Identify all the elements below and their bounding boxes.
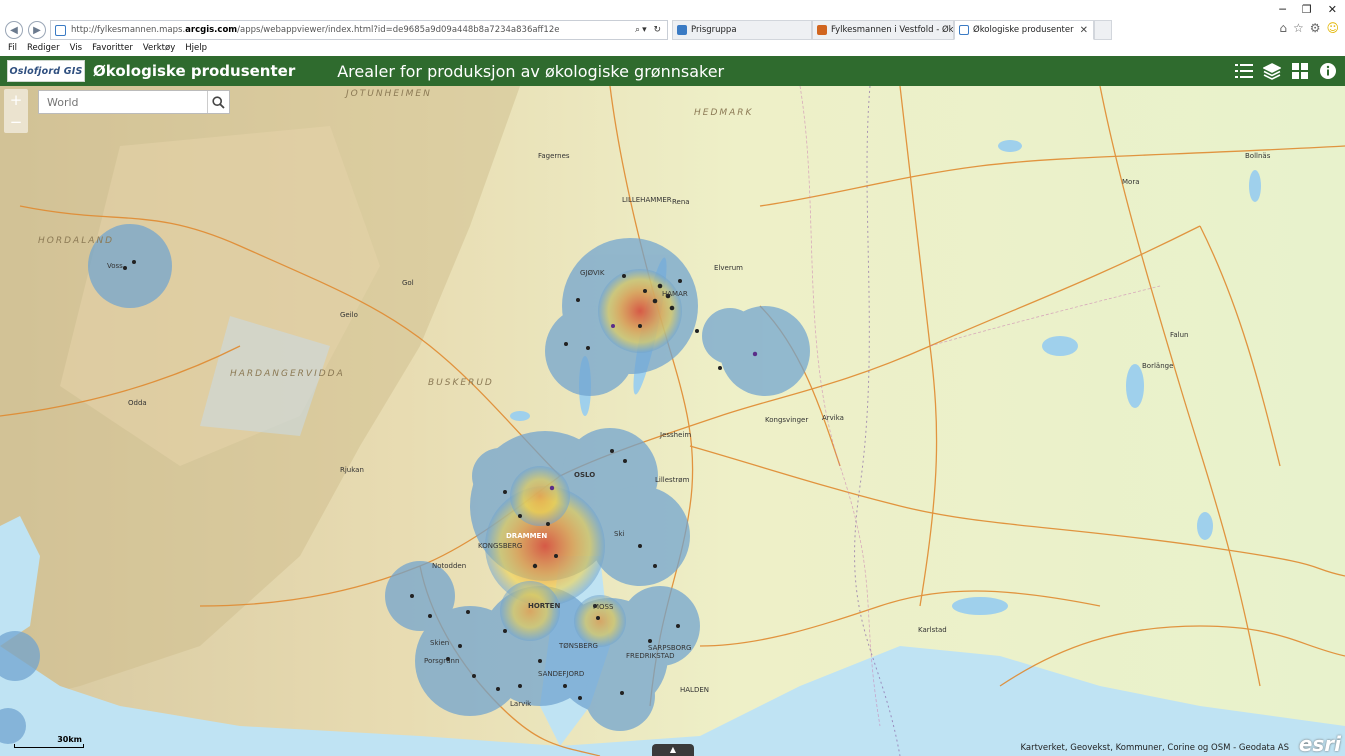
minimize-icon[interactable]: ─ — [1279, 3, 1286, 16]
back-button[interactable]: ◀ — [5, 21, 23, 39]
zoom-control: + − — [4, 89, 28, 133]
forward-button[interactable]: ▶ — [28, 21, 46, 39]
place-label: HALDEN — [680, 686, 710, 694]
place-label: TØNSBERG — [559, 642, 598, 650]
search-refresh-icon[interactable]: ⌕▾ ↻ — [635, 25, 667, 35]
app-title: Økologiske produsenter — [93, 62, 296, 80]
menu-item-favoritter[interactable]: Favoritter — [92, 43, 133, 53]
place-label: Lillestrøm — [655, 476, 690, 484]
settings-gear-icon[interactable]: ⚙ — [1310, 21, 1321, 35]
menu-item-verktoy[interactable]: Verktøy — [143, 43, 175, 53]
place-label: Porsgrunn — [424, 657, 460, 665]
scale-bar: 30km — [14, 735, 84, 748]
place-label: Voss — [107, 262, 123, 270]
place-label: SARPSBORG — [648, 644, 692, 652]
place-label: GJØVIK — [580, 269, 605, 277]
tab-fylkesmannen[interactable]: Fylkesmannen i Vestfold - Økol... — [812, 20, 954, 40]
window-controls: ─ ❐ ✕ — [1279, 3, 1337, 16]
restore-icon[interactable]: ❐ — [1302, 3, 1312, 16]
place-label: HAMAR — [662, 290, 688, 298]
place-label: HORTEN — [528, 602, 561, 610]
place-label: Bollnäs — [1245, 152, 1271, 160]
place-label: Geilo — [340, 311, 358, 319]
address-bar[interactable]: http://fylkesmannen.maps.arcgis.com/apps… — [50, 20, 668, 40]
search-input[interactable] — [39, 91, 207, 113]
place-label: Fagernes — [538, 152, 570, 160]
place-label: Karlstad — [918, 626, 947, 634]
place-label: HEDMARK — [694, 108, 754, 118]
app-subtitle: Arealer for produksjon av økologiske grø… — [337, 61, 725, 81]
favorites-star-icon[interactable]: ☆ — [1293, 21, 1304, 35]
place-label: Mora — [1122, 178, 1140, 186]
page-icon — [959, 25, 969, 35]
close-window-icon[interactable]: ✕ — [1328, 3, 1337, 16]
geocoder-search — [38, 90, 230, 114]
shield-icon — [817, 25, 827, 35]
menu-item-fil[interactable]: Fil — [8, 43, 17, 53]
map-view[interactable]: JOTUNHEIMEN HORDALAND HARDANGERVIDDA BUS… — [0, 86, 1345, 756]
smiley-feedback-icon[interactable]: ☺ — [1326, 21, 1339, 35]
place-label: Odda — [128, 399, 147, 407]
scale-label: 30km — [57, 735, 82, 744]
about-icon[interactable] — [1317, 60, 1339, 82]
scale-line — [14, 744, 84, 748]
menu-item-vis[interactable]: Vis — [70, 43, 82, 53]
place-label: KONGSBERG — [478, 542, 523, 550]
place-label: BUSKERUD — [428, 378, 494, 388]
place-label: Rjukan — [340, 466, 364, 474]
menu-item-hjelp[interactable]: Hjelp — [185, 43, 207, 53]
place-label: HARDANGERVIDDA — [230, 369, 345, 379]
home-icon[interactable]: ⌂ — [1279, 21, 1287, 35]
esri-logo[interactable]: esri — [1299, 732, 1341, 756]
place-label: FREDRIKSTAD — [626, 652, 675, 660]
place-label: DRAMMEN — [506, 532, 548, 540]
browser-tools: ⌂ ☆ ⚙ ☺ — [1279, 21, 1339, 35]
place-label: MOSS — [593, 603, 614, 611]
place-label: LILLEHAMMER — [622, 196, 672, 204]
oslofjord-gis-logo: Oslofjord GIS — [7, 60, 85, 82]
place-label: Falun — [1170, 331, 1189, 339]
header-toolbar — [1233, 56, 1339, 86]
place-label: Skien — [430, 639, 450, 647]
place-label: Notodden — [432, 562, 467, 570]
tab-prisgruppa[interactable]: Prisgruppa — [672, 20, 812, 40]
url-text: http://fylkesmannen.maps.arcgis.com/apps… — [71, 25, 560, 35]
tab-okologiske-produsenter[interactable]: Økologiske produsenter ✕ — [954, 20, 1094, 40]
place-label: Borlänge — [1142, 362, 1174, 370]
new-tab-button[interactable] — [1094, 20, 1112, 40]
expand-panel-handle[interactable]: ▲ — [652, 744, 694, 756]
place-label: Rena — [672, 198, 690, 206]
place-label: Gol — [402, 279, 414, 287]
place-label: Larvik — [510, 700, 532, 708]
menu-item-rediger[interactable]: Rediger — [27, 43, 60, 53]
app-header: Oslofjord GIS Økologiske produsenter Are… — [0, 56, 1345, 86]
basemap-gallery-icon[interactable] — [1289, 60, 1311, 82]
layers-icon[interactable] — [1261, 60, 1283, 82]
zoom-in-button[interactable]: + — [4, 89, 28, 111]
browser-chrome: ─ ❐ ✕ ◀ ▶ http://fylkesmannen.maps.arcgi… — [0, 0, 1345, 56]
place-label: OSLO — [574, 471, 596, 479]
zoom-out-button[interactable]: − — [4, 111, 28, 133]
place-label: Ski — [614, 530, 625, 538]
legend-icon[interactable] — [1233, 60, 1255, 82]
menu-bar: Fil Rediger Vis Favoritter Verktøy Hjelp — [0, 41, 207, 55]
place-label: Elverum — [714, 264, 743, 272]
place-label: Jessheim — [660, 431, 692, 439]
map-attribution: Kartverket, Geovekst, Kommuner, Corine o… — [1020, 743, 1289, 753]
close-tab-icon[interactable]: ✕ — [1074, 25, 1093, 36]
place-label: HORDALAND — [38, 236, 115, 246]
search-button[interactable] — [207, 91, 229, 113]
place-label: JOTUNHEIMEN — [346, 89, 432, 99]
place-label: Kongsvinger — [765, 416, 809, 424]
search-icon — [212, 95, 225, 109]
place-label: SANDEFJORD — [538, 670, 585, 678]
ie-page-icon — [677, 25, 687, 35]
place-label: Arvika — [822, 414, 844, 422]
page-favicon-icon — [55, 24, 66, 36]
